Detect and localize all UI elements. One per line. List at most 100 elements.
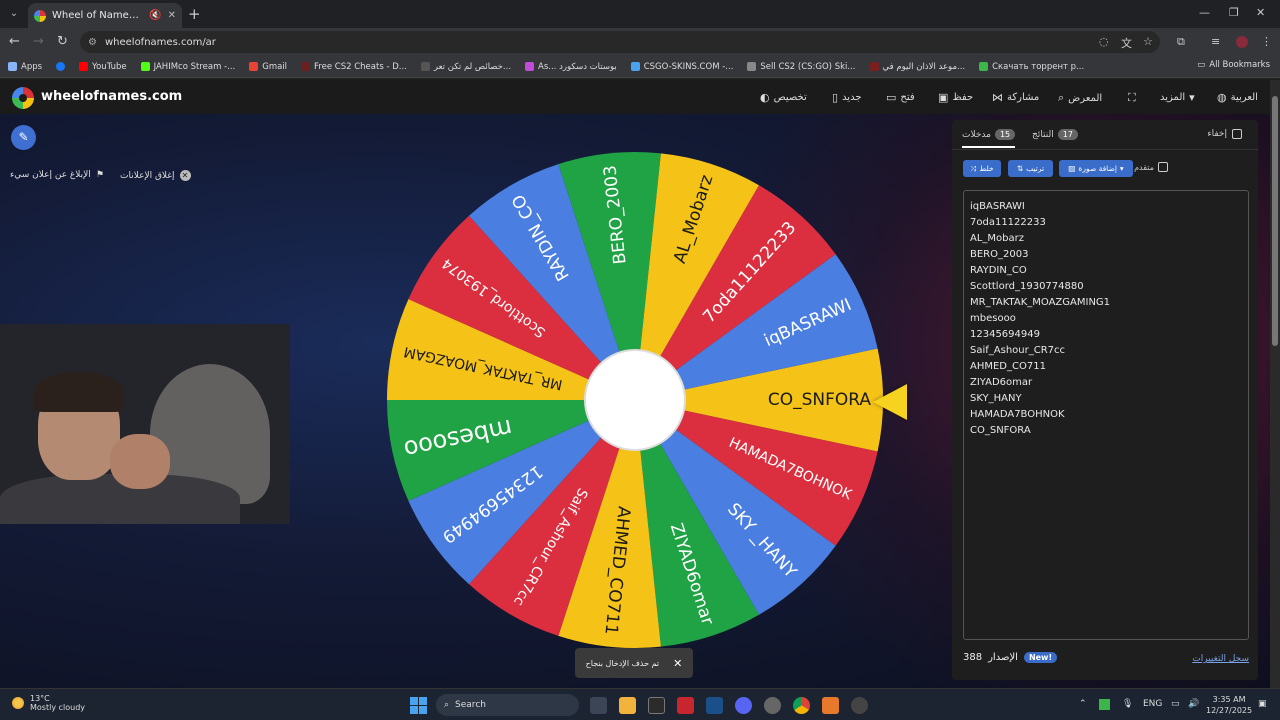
bookmark-apps[interactable]: Apps	[8, 62, 42, 72]
brand-name[interactable]: wheelofnames.com	[41, 89, 182, 104]
app-orange-icon[interactable]	[822, 697, 839, 714]
sell-icon	[747, 62, 757, 71]
customize-button[interactable]: ◐ تخصيص	[760, 91, 807, 104]
taskbar-clock[interactable]: 3:35 AM 12/27/2025	[1206, 694, 1252, 716]
bookmark-torrent[interactable]: Скачать торрент р...	[979, 62, 1084, 72]
mute-icon[interactable]: 🔇	[149, 10, 161, 21]
new-tab-button[interactable]: +	[188, 5, 201, 23]
browser-tab-strip: ⌄ Wheel of Names | العشوائي 🔇 ✕ + — ❐ ✕	[0, 0, 1280, 28]
all-bookmarks-button[interactable]: ▭ All Bookmarks	[1197, 60, 1270, 70]
profile-avatar[interactable]	[1236, 36, 1248, 48]
app-gear-icon[interactable]	[764, 697, 781, 714]
url-text: wheelofnames.com/ar	[104, 36, 216, 48]
report-ad-link[interactable]: الإبلاغ عن إعلان سيء ⚑	[10, 170, 104, 180]
fullscreen-icon: ⛶	[1128, 91, 1136, 104]
tab-results[interactable]: النتائج 17	[1032, 129, 1078, 140]
page-scrollbar[interactable]	[1270, 80, 1280, 688]
shuffle-button[interactable]: ⤨ خلط	[963, 160, 1001, 177]
wheel-logo-icon[interactable]	[12, 87, 34, 109]
share-button[interactable]: ⋈ مشاركة	[992, 91, 1039, 104]
windows-start-icon[interactable]	[410, 697, 427, 714]
scrollbar-thumb[interactable]	[1272, 96, 1278, 346]
translate-icon[interactable]: 文	[1121, 35, 1132, 51]
bookmark-discord-posts[interactable]: As... بوستات دسكورد	[525, 62, 617, 72]
task-view-icon[interactable]	[590, 697, 607, 714]
entry-line: MR_TAKTAK_MOAZGAMING1	[970, 297, 1111, 308]
tray-app-icon[interactable]	[1099, 699, 1110, 710]
spin-wheel[interactable]: CO_SNFORA HAMADA7BOHNOK SKY _HANY ZIYAD6oma…	[385, 150, 885, 650]
flag-icon: ⚑	[95, 170, 104, 180]
main-area: ✎ الإبلاغ عن إعلان سيء ⚑ إغلاق الإعلانات ✕…	[0, 114, 1270, 688]
bookmark-csgo-skins[interactable]: CSGO-SKINS.COM -...	[630, 62, 733, 72]
site-info-icon[interactable]: ⚙	[88, 37, 97, 48]
wheel-center-hub[interactable]	[584, 349, 686, 451]
address-bar[interactable]: ⚙ wheelofnames.com/ar	[80, 31, 1160, 53]
forward-button[interactable]: →	[33, 34, 44, 49]
steam-icon[interactable]	[706, 697, 723, 714]
diamond-icon	[525, 62, 535, 71]
search-icon: ⌕	[444, 700, 450, 710]
close-tab-icon[interactable]: ✕	[168, 10, 176, 21]
file-explorer-icon[interactable]	[619, 697, 636, 714]
bookmark-sell-cs2[interactable]: Sell CS2 (CS:GO) Ski...	[747, 62, 856, 72]
discord-icon[interactable]	[735, 697, 752, 714]
advanced-checkbox[interactable]: متقدم	[1134, 162, 1168, 172]
close-window-button[interactable]: ✕	[1256, 6, 1265, 19]
wheel-svg[interactable]: CO_SNFORAHAMADA7BOHNOKSKY _HANYZIYAD6oma…	[385, 150, 885, 650]
app-g-icon[interactable]	[648, 697, 665, 714]
obs-icon[interactable]	[851, 697, 868, 714]
entries-textarea[interactable]: iqBASRAWI 7oda11122233 AL_Mobarz BERO_20…	[963, 190, 1249, 640]
language-selector[interactable]: ◍ العربية	[1217, 91, 1258, 104]
bookmark-facebook[interactable]	[56, 62, 66, 71]
bookmark-features[interactable]: خصائص لم تكن تعر...	[420, 62, 511, 72]
browser-tab-active[interactable]: Wheel of Names | العشوائي 🔇 ✕	[28, 3, 182, 28]
gallery-button[interactable]: ⌕ المعرض	[1058, 91, 1102, 105]
tray-overflow-icon[interactable]: ⌃	[1079, 699, 1087, 709]
bookmark-youtube[interactable]: YouTube	[79, 62, 127, 72]
input-language[interactable]: ENG	[1143, 699, 1162, 709]
restore-button[interactable]: ❐	[1229, 6, 1239, 19]
new-button[interactable]: ▯ جديد	[832, 91, 862, 104]
hide-checkbox-box[interactable]	[1232, 129, 1242, 139]
app-red-icon[interactable]	[677, 697, 694, 714]
search-icon: ⌕	[1058, 91, 1065, 104]
changelog-link[interactable]: سجل التغييرات	[1192, 654, 1249, 664]
eye-off-icon[interactable]: ◌	[1099, 35, 1109, 48]
notifications-icon[interactable]: ▣	[1258, 699, 1267, 709]
taskbar-search[interactable]: ⌕ Search	[436, 694, 579, 716]
reload-button[interactable]: ↻	[57, 34, 68, 49]
microphone-icon[interactable]: 🎙	[1122, 699, 1133, 709]
open-button[interactable]: ▭ فتح	[886, 91, 915, 104]
add-image-button[interactable]: ▨ إضافة صورة ▾	[1059, 160, 1133, 177]
chrome-icon[interactable]	[793, 697, 810, 714]
edit-pencil-icon[interactable]: ✎	[11, 125, 36, 150]
clock-time: 3:35 AM	[1212, 695, 1246, 704]
network-icon[interactable]: ▭	[1171, 699, 1180, 709]
bookmark-star-icon[interactable]: ☆	[1143, 35, 1153, 48]
back-button[interactable]: ←	[9, 34, 20, 49]
tab-entries[interactable]: مدخلات 15	[962, 129, 1016, 148]
advanced-checkbox-box[interactable]	[1158, 162, 1168, 172]
weather-widget[interactable]: 13°C Mostly cloudy	[12, 694, 85, 712]
csgo-skins-icon	[630, 62, 640, 71]
bookmark-prayer-times[interactable]: موعد الاذان اليوم في...	[869, 62, 965, 72]
close-ads-link[interactable]: إغلاق الإعلانات ✕	[120, 170, 191, 181]
bookmark-gmail[interactable]: Gmail	[249, 62, 287, 72]
toast-close-icon[interactable]: ✕	[673, 657, 682, 670]
volume-icon[interactable]: 🔊	[1188, 699, 1199, 709]
bookmark-cs2-cheats[interactable]: Free CS2 Cheats - D...	[301, 62, 407, 72]
site-header: wheelofnames.com ◐ تخصيص ▯ جديد ▭ فتح ▣ حفظ …	[0, 80, 1280, 114]
save-button[interactable]: ▣ حفظ	[938, 91, 973, 104]
torrent-icon	[979, 62, 989, 71]
bookmark-kick[interactable]: JAHIMco Stream -...	[140, 62, 235, 72]
extensions-icon[interactable]: ⧉	[1177, 35, 1185, 49]
sort-button[interactable]: ⇅ ترتيب	[1008, 160, 1053, 177]
hide-checkbox[interactable]: إخفاء	[1207, 129, 1242, 139]
minimize-button[interactable]: —	[1199, 6, 1210, 19]
media-controls-icon[interactable]: ≡	[1211, 35, 1220, 48]
fullscreen-button[interactable]: ⛶	[1128, 91, 1136, 105]
mosque-icon	[869, 62, 879, 71]
more-menu[interactable]: المزيد ▾	[1160, 91, 1195, 104]
tab-search-button[interactable]: ⌄	[4, 4, 24, 24]
chrome-menu-icon[interactable]: ⋮	[1261, 35, 1272, 48]
